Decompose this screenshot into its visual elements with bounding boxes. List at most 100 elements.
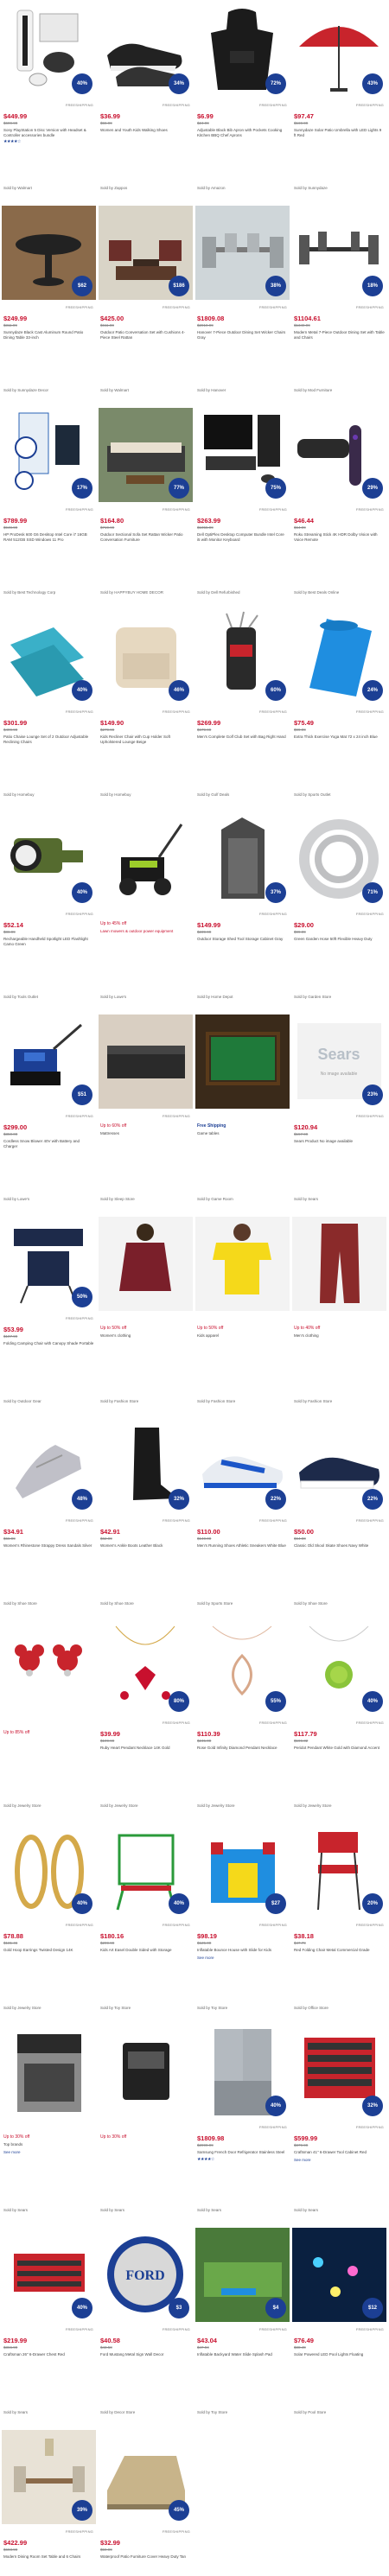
- product-title[interactable]: HP ProDesk 600 G6 Desktop Intel Core i7 …: [3, 532, 94, 542]
- product-image[interactable]: 40%: [2, 2228, 96, 2322]
- product-title[interactable]: Hanover 7-Piece Outdoor Dining Set Wicke…: [197, 330, 288, 340]
- product-title[interactable]: Ruby Heart Pendant Necklace 14K Gold: [100, 1746, 191, 1751]
- product-title[interactable]: Kids apparel: [197, 1333, 288, 1339]
- product-title[interactable]: Gold Hoop Earrings Twisted Design 14K: [3, 1948, 94, 1953]
- product-card[interactable]: 24% FREESHIPPING $75.49 $99.99 Extra Thick E…: [292, 610, 386, 809]
- product-image[interactable]: 18%: [292, 206, 386, 300]
- product-image[interactable]: 50%: [2, 1217, 96, 1311]
- product-card[interactable]: Up to 30% off Sold by Sears: [99, 2026, 193, 2224]
- product-card[interactable]: Up to 30% off Top brands See more Sold by S…: [2, 2026, 96, 2224]
- product-image[interactable]: $27: [195, 1823, 290, 1918]
- product-title[interactable]: Outdoor Sectional Sofa Set Rattan Wicker…: [100, 532, 191, 542]
- product-image[interactable]: 43%: [292, 3, 386, 98]
- product-card[interactable]: 40% FREESHIPPING $180.16 $299.99 Kids Art Ea…: [99, 1823, 193, 2022]
- product-image[interactable]: 45%: [99, 2430, 193, 2524]
- product-image[interactable]: 40%: [2, 1823, 96, 1918]
- product-card[interactable]: 40% FREESHIPPING $78.88 $131.46 Gold Hoop Ea…: [2, 1823, 96, 2022]
- product-title[interactable]: Dell OptiPlex Desktop Computer Bundle In…: [197, 532, 288, 542]
- product-title[interactable]: Craftsman 26" 6-Drawer Chest Red: [3, 2352, 94, 2357]
- product-card[interactable]: 80% FREESHIPPING $39.99 $199.99 Ruby Heart P…: [99, 1621, 193, 1820]
- product-card[interactable]: $186 FREESHIPPING $425.00 $611.00 Outdoor Pa…: [99, 206, 193, 404]
- product-title[interactable]: Rechargeable Handheld Spotlight LED Flas…: [3, 937, 94, 946]
- product-title[interactable]: Women's Rhinestone Strappy Dress Sandals…: [3, 1543, 94, 1549]
- product-image[interactable]: [2, 2026, 96, 2120]
- product-image[interactable]: [195, 1217, 290, 1311]
- product-image[interactable]: 32%: [99, 1419, 193, 1513]
- product-image[interactable]: Sears No image available 23%: [292, 1014, 386, 1109]
- product-card[interactable]: $62 FREESHIPPING $249.99 $311.99 Sunnydaze B…: [2, 206, 96, 404]
- product-image[interactable]: 40%: [2, 812, 96, 906]
- product-title[interactable]: Sunnydaze Black Cast Aluminum Round Pati…: [3, 330, 94, 340]
- product-image[interactable]: 40%: [99, 1823, 193, 1918]
- product-card[interactable]: Up to 50% off Women's clothing Sold by Fas…: [99, 1217, 193, 1415]
- product-card[interactable]: FREESHIPPING Up to 60% off Mattresses Sold …: [99, 1014, 193, 1213]
- product-image[interactable]: $186: [99, 206, 193, 300]
- product-card[interactable]: 38% FREESHIPPING $1809.08 $2919.99 Hanover 7…: [195, 206, 290, 404]
- product-image[interactable]: 48%: [2, 1419, 96, 1513]
- product-title[interactable]: Outdoor Patio Conversation Set with Cush…: [100, 330, 191, 340]
- product-card[interactable]: 39% FREESHIPPING $422.99 $693.99 Modern Dini…: [2, 2430, 96, 2576]
- product-card[interactable]: 22% FREESHIPPING $110.00 $140.00 Men's Runni…: [195, 1419, 290, 1618]
- product-card[interactable]: $12 FREESHIPPING $76.49 $88.49 Solar Powered…: [292, 2228, 386, 2427]
- product-card[interactable]: 77% FREESHIPPING $164.80 $719.99 Outdoor Sec…: [99, 408, 193, 607]
- product-image[interactable]: 17%: [2, 408, 96, 502]
- product-image[interactable]: 40%: [2, 610, 96, 704]
- product-card[interactable]: 75% FREESHIPPING $263.99 $1055.99 Dell OptiP…: [195, 408, 290, 607]
- product-card[interactable]: 22% FREESHIPPING $50.00 $64.00 Classic Old S…: [292, 1419, 386, 1618]
- product-title[interactable]: Patio Chaise Lounge Set of 2 Outdoor Adj…: [3, 735, 94, 744]
- product-title[interactable]: Top brands: [3, 2142, 94, 2147]
- product-card[interactable]: 48% FREESHIPPING $34.91 $66.99 Women's Rhine…: [2, 1419, 96, 1618]
- product-card[interactable]: 40% FREESHIPPING $52.14 $86.99 Rechargeable …: [2, 812, 96, 1011]
- product-card[interactable]: Up to 45% off Lawn mowers & outdoor power…: [99, 812, 193, 1011]
- product-image[interactable]: $51: [2, 1014, 96, 1109]
- product-card[interactable]: Up to 50% off Kids apparel Sold by Fashion…: [195, 1217, 290, 1415]
- product-card[interactable]: Free Shipping Game tables Sold by Game Roo…: [195, 1014, 290, 1213]
- product-card[interactable]: 17% FREESHIPPING $789.99 $949.99 HP ProDesk …: [2, 408, 96, 607]
- product-card[interactable]: 32% FREESHIPPING $599.99 $879.99 Craftsman 4…: [292, 2026, 386, 2224]
- product-image[interactable]: 60%: [195, 610, 290, 704]
- product-title[interactable]: Roku Streaming Stick 4K HDR Dolby Vision…: [294, 532, 385, 542]
- product-title[interactable]: Women's Ankle Boots Leather Black: [100, 1543, 191, 1549]
- product-card[interactable]: Up to 85% off Sold by Jewelry Store: [2, 1621, 96, 1820]
- product-image[interactable]: [292, 1217, 386, 1311]
- product-title[interactable]: Waterproof Patio Furniture Cover Heavy D…: [100, 2554, 191, 2560]
- product-title[interactable]: Sony PlayStation 5 Disc Version with Hea…: [3, 128, 94, 137]
- product-card[interactable]: 46% FREESHIPPING $149.90 $279.99 Kids Reclin…: [99, 610, 193, 809]
- product-card[interactable]: 72% FREESHIPPING $6.99 $24.99 Adjustable Bla…: [195, 3, 290, 202]
- product-title[interactable]: Modern Dining Room Set Table and 6 Chair…: [3, 2554, 94, 2560]
- product-card[interactable]: $4 FREESHIPPING $43.04 $47.04 Inflatable Bac…: [195, 2228, 290, 2427]
- product-image[interactable]: 20%: [292, 1823, 386, 1918]
- product-image[interactable]: $62: [2, 206, 96, 300]
- product-card[interactable]: 55% FREESHIPPING $110.39 $245.00 Rose Gold I…: [195, 1621, 290, 1820]
- product-image[interactable]: 71%: [292, 812, 386, 906]
- product-card[interactable]: 20% FREESHIPPING $38.18 $47.79 Red Folding C…: [292, 1823, 386, 2022]
- product-title[interactable]: Solar Powered LED Pool Lights Floating: [294, 2352, 385, 2357]
- product-card[interactable]: 60% FREESHIPPING $269.99 $679.99 Men's Compl…: [195, 610, 290, 809]
- product-image[interactable]: [99, 812, 193, 906]
- product-card[interactable]: $51 FREESHIPPING $299.00 $350.00 Cordless Sn…: [2, 1014, 96, 1213]
- product-image[interactable]: 38%: [195, 206, 290, 300]
- product-title[interactable]: Peridot Pendant White Gold with Diamond …: [294, 1746, 385, 1751]
- product-card[interactable]: 50% FREESHIPPING $53.99 $107.99 Folding Camp…: [2, 1217, 96, 1415]
- product-card[interactable]: 43% FREESHIPPING $97.47 $169.99 Sunnydaze So…: [292, 3, 386, 202]
- product-title[interactable]: Green Garden Hose 50ft Flexible Heavy Du…: [294, 937, 385, 942]
- product-card[interactable]: 18% FREESHIPPING $1104.61 $1349.99 Modern Me…: [292, 206, 386, 404]
- product-image[interactable]: [99, 1014, 193, 1109]
- product-card[interactable]: 40% FREESHIPPING $301.99 $499.99 Patio Chais…: [2, 610, 96, 809]
- product-title[interactable]: Inflatable Backyard Water Slide Splash P…: [197, 2352, 288, 2357]
- product-title[interactable]: Game tables: [197, 1131, 288, 1136]
- product-title[interactable]: Sunnydaze Solar Patio Umbrella with LED …: [294, 128, 385, 137]
- product-card[interactable]: 40% FREESHIPPING $449.99 $699.99 Sony PlaySt…: [2, 3, 96, 202]
- product-image[interactable]: 40%: [292, 1621, 386, 1715]
- product-title[interactable]: Kids Art Easel Double Sided with Storage: [100, 1948, 191, 1953]
- product-title[interactable]: Men's Complete Golf Club Set with Bag Ri…: [197, 735, 288, 740]
- product-title[interactable]: Cordless Snow Blower 40V with Battery an…: [3, 1139, 94, 1148]
- product-title[interactable]: Men's clothing: [294, 1333, 385, 1339]
- product-title[interactable]: Rose Gold Infinity Diamond Pendant Neckl…: [197, 1746, 288, 1751]
- product-title[interactable]: Outdoor Storage Shed Tool Storage Cabine…: [197, 937, 288, 942]
- see-more-link[interactable]: See more: [294, 2158, 385, 2162]
- product-card[interactable]: 32% FREESHIPPING $42.91 $62.99 Women's Ankle…: [99, 1419, 193, 1618]
- product-card[interactable]: 45% FREESHIPPING $32.99 $59.99 Waterproof Pa…: [99, 2430, 193, 2576]
- product-card[interactable]: 29% FREESHIPPING $46.44 $64.99 Roku Streamin…: [292, 408, 386, 607]
- product-title[interactable]: Classic Old Skool Skate Shoes Navy White: [294, 1543, 385, 1549]
